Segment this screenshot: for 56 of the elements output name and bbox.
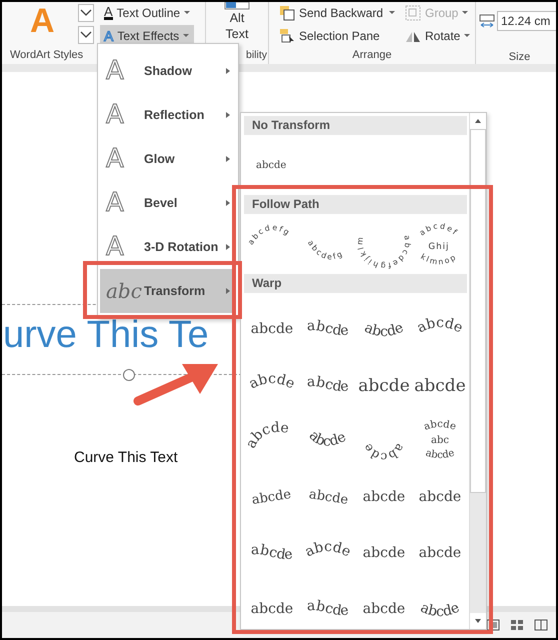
warp-option[interactable]: abcde bbox=[412, 361, 468, 405]
warp-option[interactable]: abcde bbox=[244, 529, 300, 573]
no-transform-option[interactable]: abcde bbox=[256, 160, 286, 170]
chevron-down-icon[interactable] bbox=[78, 26, 94, 44]
warp-option[interactable]: abcde bbox=[300, 585, 356, 629]
warp-option[interactable]: abcde bbox=[356, 585, 412, 629]
alt-text-button[interactable]: Alt Text bbox=[220, 10, 254, 42]
warp-option[interactable]: abcde bbox=[356, 361, 412, 405]
rotate-button[interactable]: Rotate bbox=[401, 25, 474, 46]
group-label: Arrange bbox=[351, 48, 393, 63]
warp-option[interactable]: abcde bbox=[300, 529, 356, 573]
warp-option[interactable]: abcde bbox=[356, 473, 412, 517]
menu-item[interactable]: A 3-D Rotation bbox=[100, 225, 236, 269]
warp-option[interactable]: abcde bbox=[300, 417, 356, 461]
warp-option[interactable]: abcde bbox=[244, 585, 300, 629]
group-icon bbox=[405, 4, 421, 20]
section-heading: Warp bbox=[244, 274, 467, 293]
warp-option[interactable]: abcde abc abcde bbox=[412, 417, 468, 461]
layers-icon bbox=[279, 4, 295, 20]
warp-option[interactable]: abcde bbox=[412, 529, 468, 573]
picture-icon[interactable] bbox=[224, 2, 250, 10]
warp-option[interactable]: abcde bbox=[300, 305, 356, 349]
warp-option[interactable]: abcde bbox=[412, 473, 468, 517]
width-icon bbox=[479, 13, 495, 29]
selection-pane-button[interactable]: Selection Pane bbox=[275, 25, 401, 46]
group-label: bility bbox=[246, 48, 268, 63]
warp-option[interactable]: abcde bbox=[244, 305, 300, 349]
section-heading: Follow Path bbox=[244, 195, 467, 214]
menu-item[interactable]: A Glow bbox=[100, 137, 236, 181]
warp-option[interactable]: abcde bbox=[412, 305, 468, 349]
group-label: WordArt Styles bbox=[9, 48, 84, 63]
chevron-down-icon[interactable] bbox=[78, 4, 94, 22]
warp-option[interactable]: abcde bbox=[412, 585, 468, 629]
reading-view-icon[interactable] bbox=[534, 619, 548, 631]
resize-handle[interactable] bbox=[123, 369, 135, 381]
menu-item[interactable]: A Shadow bbox=[100, 49, 236, 93]
wordart-title: urve This Te bbox=[2, 315, 209, 355]
section-heading: No Transform bbox=[244, 116, 467, 135]
warp-option[interactable]: abcde bbox=[300, 473, 356, 517]
selection-pane-icon bbox=[279, 28, 295, 44]
grid-view-icon[interactable] bbox=[510, 619, 524, 631]
warp-option[interactable]: abcde bbox=[356, 305, 412, 349]
slide-text: Curve This Text bbox=[74, 449, 178, 466]
warp-option[interactable]: abcde bbox=[356, 417, 412, 461]
menu-item[interactable]: A Bevel bbox=[100, 181, 236, 225]
menu-item[interactable]: A Reflection bbox=[100, 93, 236, 137]
text-outline-button[interactable]: A Text Outline bbox=[100, 2, 194, 23]
send-backward-button[interactable]: Send Backward bbox=[275, 2, 401, 23]
warp-option[interactable]: abcde bbox=[300, 361, 356, 405]
warp-option[interactable]: abcde bbox=[244, 361, 300, 405]
width-field[interactable]: 12.24 cm bbox=[497, 11, 556, 31]
scroll-thumb[interactable] bbox=[470, 129, 486, 493]
scrollbar[interactable] bbox=[469, 113, 486, 629]
warp-option[interactable]: abcde bbox=[356, 529, 412, 573]
warp-option[interactable]: abcde bbox=[244, 473, 300, 517]
group-label: Size bbox=[508, 50, 532, 64]
